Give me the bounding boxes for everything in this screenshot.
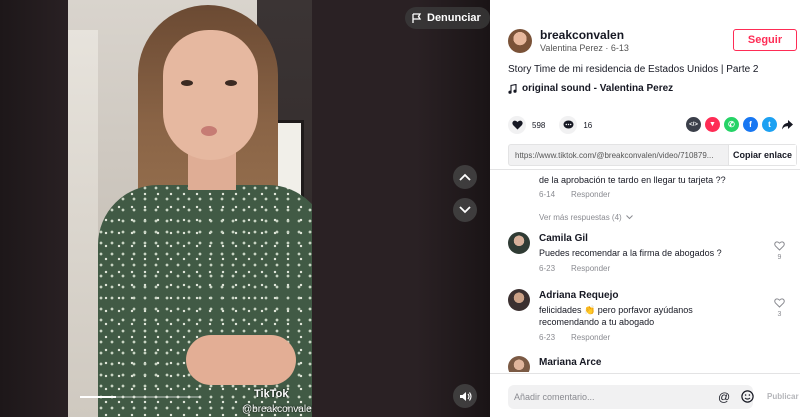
post-comment-button[interactable]: Publicar	[767, 392, 799, 401]
emoji-icon[interactable]	[741, 390, 754, 403]
comment-button[interactable]	[559, 116, 578, 134]
comment-like-count: 3	[777, 311, 782, 318]
video-link-field[interactable]: https://www.tiktok.com/@breakconvalen/vi…	[509, 145, 728, 165]
comment-text: de la aprobación te tardo en llegar tu t…	[539, 175, 726, 185]
author-subline: Valentina Perez · 6-13	[540, 43, 629, 53]
video-subject-face	[163, 30, 258, 160]
comment-text: Puedes recomendar a la firma de abogados…	[539, 248, 722, 258]
follow-button[interactable]: Seguir	[733, 29, 797, 51]
comment-list[interactable]: de la aprobación te tardo en llegar tu t…	[490, 169, 800, 372]
comment-date: 6-23	[539, 264, 556, 273]
chevron-down-icon	[625, 215, 633, 220]
volume-icon	[459, 391, 472, 401]
comment-like-count: 9	[777, 254, 782, 261]
video-link-row: https://www.tiktok.com/@breakconvalen/vi…	[508, 144, 797, 166]
author-info[interactable]: breakconvalen Valentina Perez · 6-13	[508, 28, 629, 54]
author-avatar[interactable]	[508, 29, 532, 53]
embed-icon[interactable]: </>	[686, 117, 701, 132]
comment-item: Mariana Arce	[508, 356, 793, 372]
comment-like-button[interactable]: 3	[774, 298, 785, 318]
whatsapp-icon[interactable]: ✆	[724, 117, 739, 132]
video-caption: Story Time de mi residencia de Estados U…	[508, 64, 759, 75]
volume-button[interactable]	[453, 384, 477, 408]
share-arrow-icon[interactable]	[781, 117, 794, 132]
comment-icon	[563, 120, 574, 129]
commenter-name[interactable]: Mariana Arce	[539, 356, 793, 369]
commenter-name[interactable]: Adriana Requejo	[539, 289, 793, 302]
comment-input[interactable]	[514, 392, 704, 402]
comment-text: felicidades 👏 pero porfavor ayúdanos rec…	[539, 305, 693, 327]
flag-icon	[412, 12, 422, 23]
comment-count: 16	[583, 120, 593, 130]
video-subject-eye-right	[225, 80, 237, 86]
video-scene-door	[68, 30, 98, 417]
engagement-actions: 598 16	[508, 116, 606, 134]
chevron-up-icon	[459, 173, 471, 181]
commenter-avatar[interactable]	[508, 356, 530, 372]
comment-item-partial: de la aprobación te tardo en llegar tu t…	[539, 174, 789, 199]
comment-composer: @ Publicar	[490, 373, 800, 417]
comment-input-box[interactable]	[508, 385, 753, 409]
previous-video-button[interactable]	[453, 165, 477, 189]
reply-button[interactable]: Responder	[571, 264, 610, 273]
share-buttons: </> ▼ ✆ f t	[686, 117, 794, 132]
mention-icon[interactable]: @	[718, 390, 730, 404]
tiktok-video-page: TikTok @breakconvalen Denunciar breakcon…	[0, 0, 800, 417]
copy-link-button[interactable]: Copiar enlace	[728, 145, 796, 165]
reply-button[interactable]: Responder	[571, 190, 610, 199]
sound-label: original sound - Valentina Perez	[522, 83, 674, 94]
report-button[interactable]: Denunciar	[405, 7, 490, 29]
twitter-icon[interactable]: t	[762, 117, 777, 132]
video-player[interactable]: TikTok @breakconvalen	[68, 0, 312, 417]
details-panel: breakconvalen Valentina Perez · 6-13 Seg…	[490, 0, 800, 417]
video-subject-mouth	[201, 126, 217, 136]
chevron-down-icon	[459, 206, 471, 214]
tiktok-watermark-username: @breakconvalen	[242, 404, 312, 415]
video-subject-eye-left	[181, 80, 193, 86]
like-count: 598	[532, 120, 546, 130]
view-more-replies-label: Ver más respuestas (4)	[539, 213, 622, 222]
facebook-icon[interactable]: f	[743, 117, 758, 132]
tiktok-watermark-logo: TikTok	[254, 388, 289, 400]
commenter-avatar[interactable]	[508, 232, 530, 254]
next-video-button[interactable]	[453, 198, 477, 222]
video-progress-bar[interactable]	[80, 396, 200, 398]
heart-outline-icon	[774, 241, 785, 251]
comment-like-button[interactable]: 9	[774, 241, 785, 261]
video-progress-fill	[80, 396, 116, 398]
like-button[interactable]	[508, 116, 526, 134]
sound-link[interactable]: original sound - Valentina Perez	[508, 83, 673, 94]
commenter-avatar[interactable]	[508, 289, 530, 311]
commenter-name[interactable]: Camila Gil	[539, 232, 793, 245]
report-label: Denunciar	[427, 12, 481, 24]
comment-item: Adriana Requejo felicidades 👏 pero porfa…	[508, 289, 793, 342]
music-note-icon	[508, 83, 517, 94]
video-pane[interactable]: TikTok @breakconvalen Denunciar	[0, 0, 490, 417]
send-friends-icon[interactable]: ▼	[705, 117, 720, 132]
comment-date: 6-23	[539, 333, 556, 342]
heart-outline-icon	[774, 298, 785, 308]
reply-button[interactable]: Responder	[571, 333, 610, 342]
heart-icon	[511, 120, 523, 130]
comment-item: Camila Gil Puedes recomendar a la firma …	[508, 232, 793, 273]
comment-date: 6-14	[539, 190, 556, 199]
author-username[interactable]: breakconvalen	[540, 28, 629, 42]
video-subject-hand	[186, 335, 296, 385]
view-more-replies[interactable]: Ver más respuestas (4)	[539, 213, 633, 222]
